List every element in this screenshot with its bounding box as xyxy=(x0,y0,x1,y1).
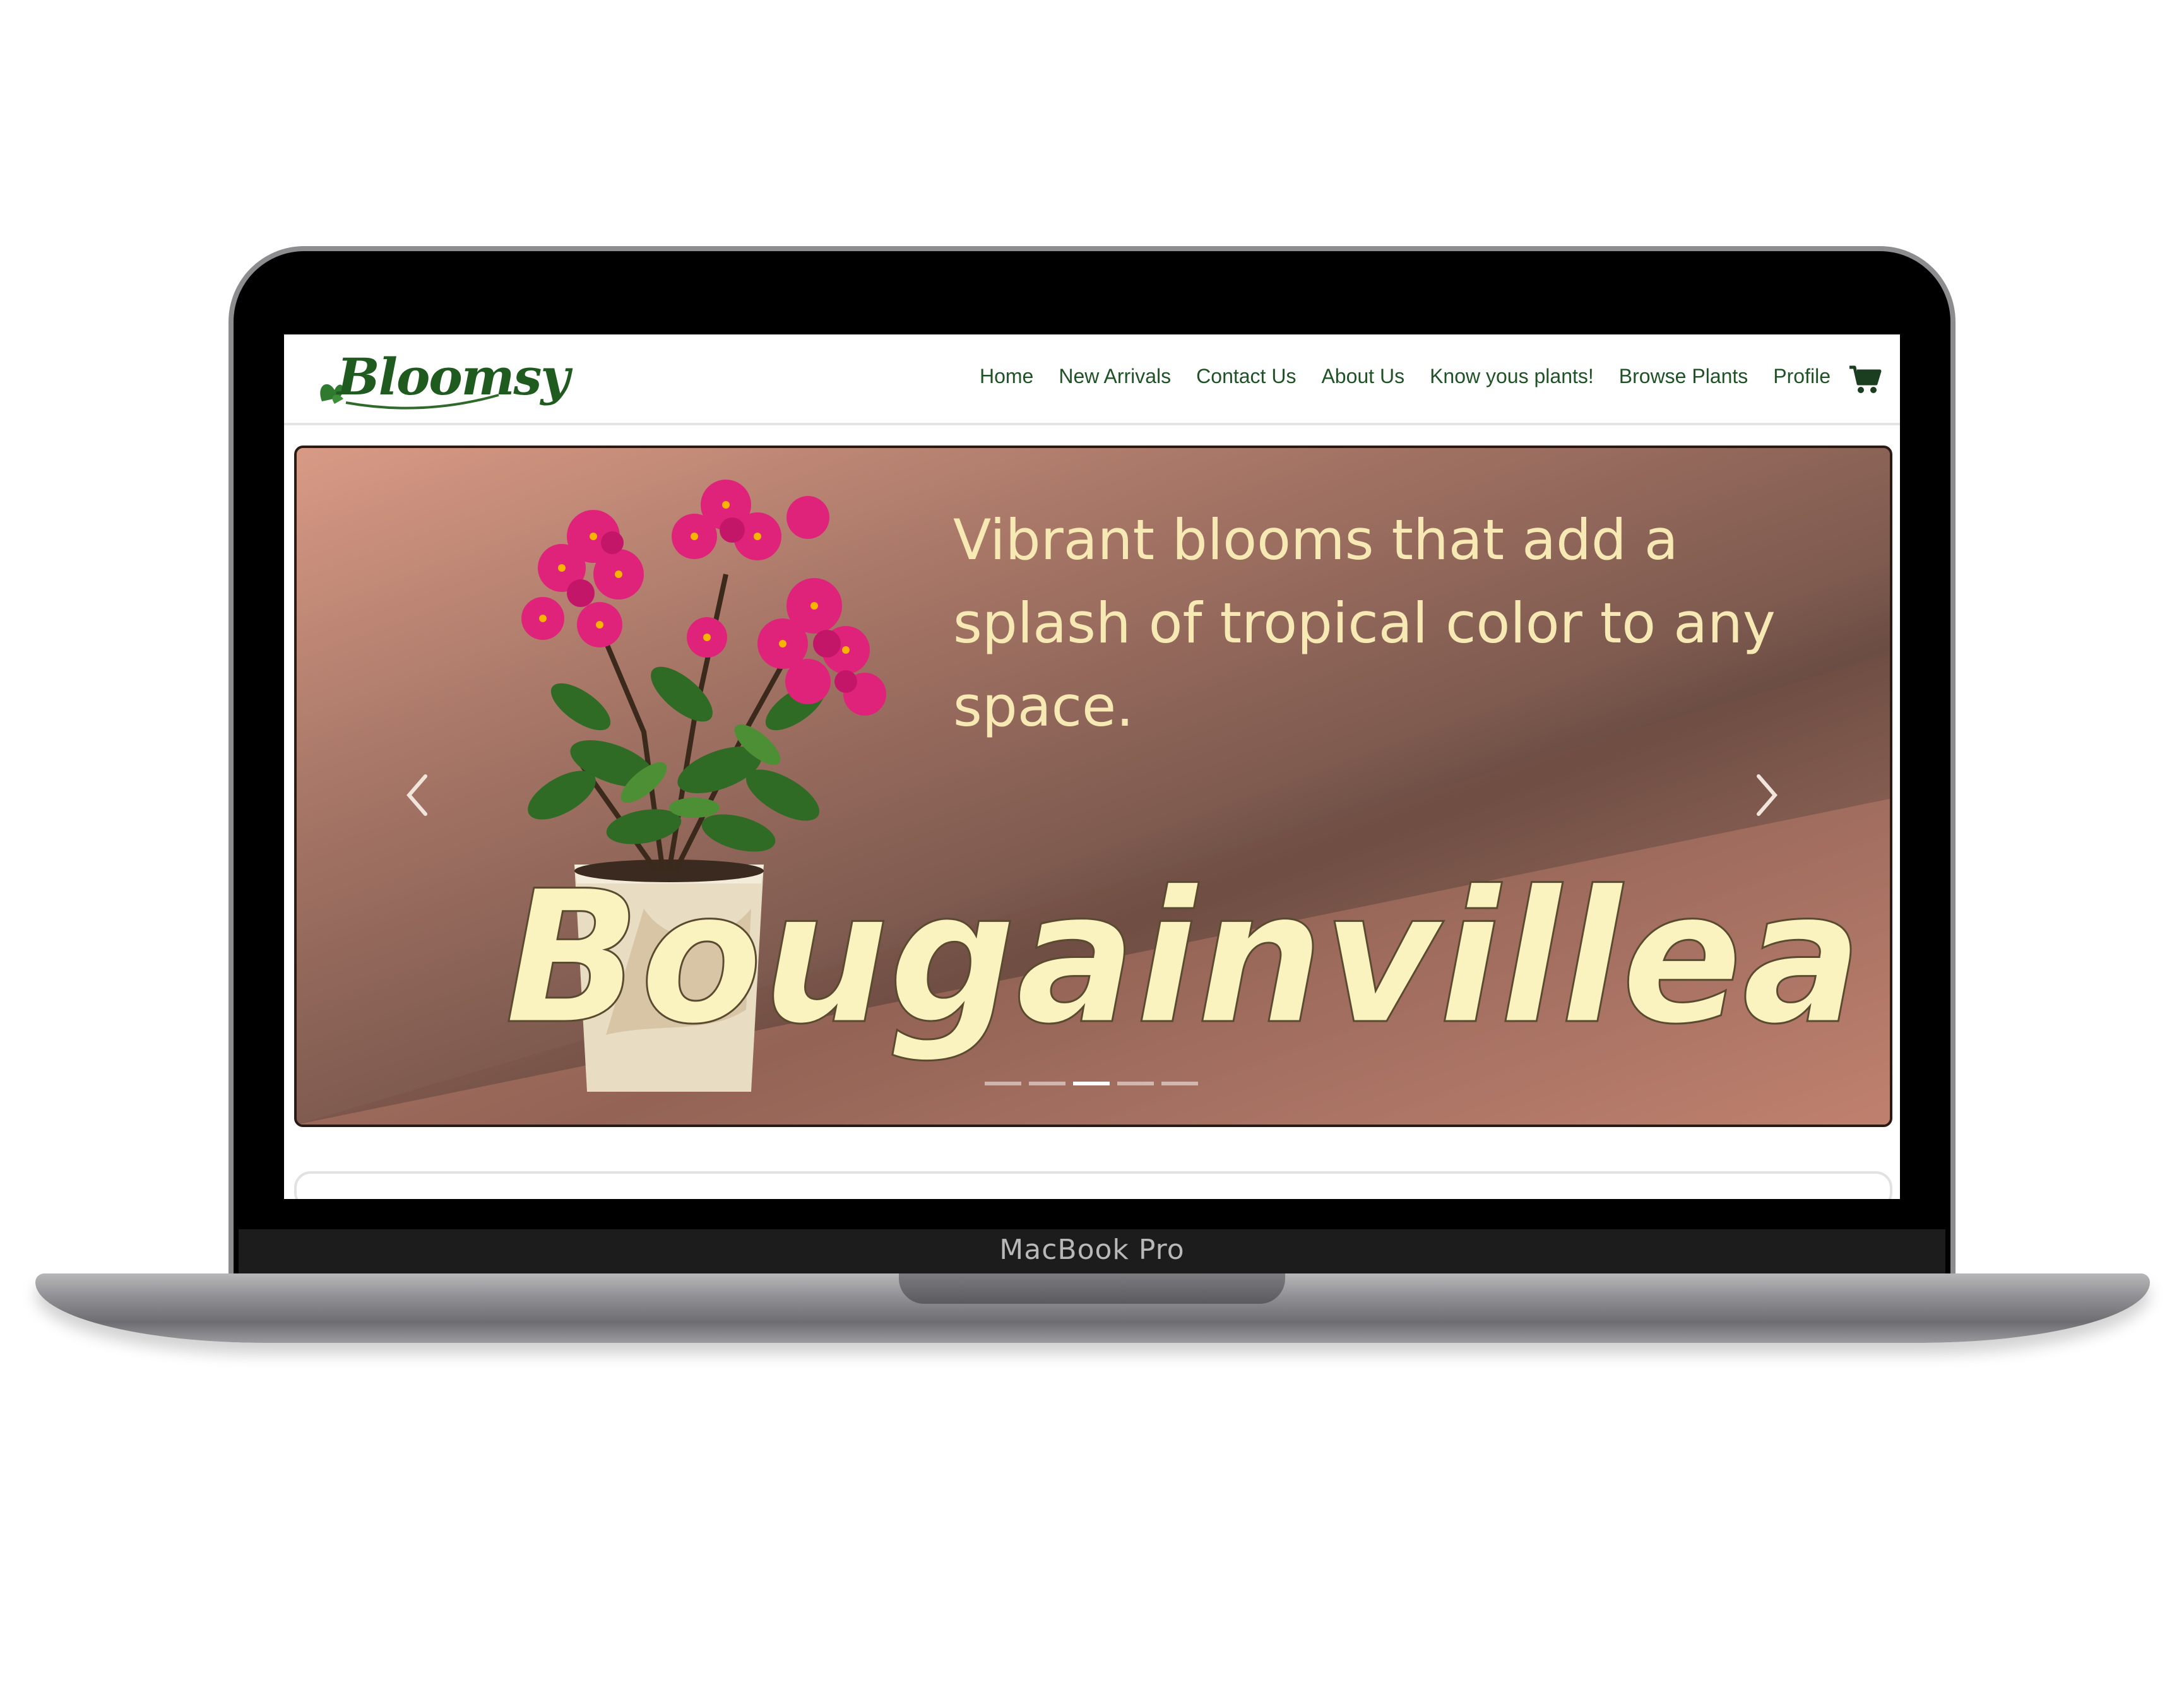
site-logo[interactable]: Bloomsy xyxy=(309,341,570,416)
logo-text: Bloomsy xyxy=(337,347,570,406)
carousel-indicator-3[interactable] xyxy=(1073,1082,1110,1085)
cart-icon[interactable] xyxy=(1848,363,1882,395)
hero-carousel: Vibrant blooms that add a splash of trop… xyxy=(294,446,1892,1127)
carousel-indicator-2[interactable] xyxy=(1029,1082,1065,1085)
device-label: MacBook Pro xyxy=(999,1234,1185,1266)
nav-new-arrivals[interactable]: New Arrivals xyxy=(1059,365,1171,388)
nav-links: Home New Arrivals Contact Us About Us Kn… xyxy=(980,365,1831,388)
browser-viewport: Bloomsy Home New Arrivals Contact Us Abo… xyxy=(284,334,1900,1199)
carousel-next-arrow-icon[interactable] xyxy=(1748,764,1786,827)
nav-contact-us[interactable]: Contact Us xyxy=(1196,365,1296,388)
carousel-indicators xyxy=(985,1082,1198,1085)
content-card-edge xyxy=(294,1171,1892,1199)
navbar: Bloomsy Home New Arrivals Contact Us Abo… xyxy=(284,334,1900,425)
hero-plant-name: Bougainvillea xyxy=(505,870,1863,1066)
hero-plant-name-text: Bougainvillea xyxy=(505,870,1862,1065)
carousel-indicator-5[interactable] xyxy=(1161,1082,1198,1085)
carousel-prev-arrow-icon[interactable] xyxy=(398,764,436,827)
nav-know-your-plants[interactable]: Know yous plants! xyxy=(1430,365,1594,388)
nav-browse-plants[interactable]: Browse Plants xyxy=(1619,365,1748,388)
hero-tagline: Vibrant blooms that add a splash of trop… xyxy=(953,507,1776,739)
nav-profile[interactable]: Profile xyxy=(1773,365,1831,388)
carousel-indicator-1[interactable] xyxy=(985,1082,1021,1085)
nav-about-us[interactable]: About Us xyxy=(1321,365,1404,388)
laptop-notch xyxy=(899,1273,1285,1304)
nav-home[interactable]: Home xyxy=(980,365,1033,388)
carousel-indicator-4[interactable] xyxy=(1117,1082,1154,1085)
